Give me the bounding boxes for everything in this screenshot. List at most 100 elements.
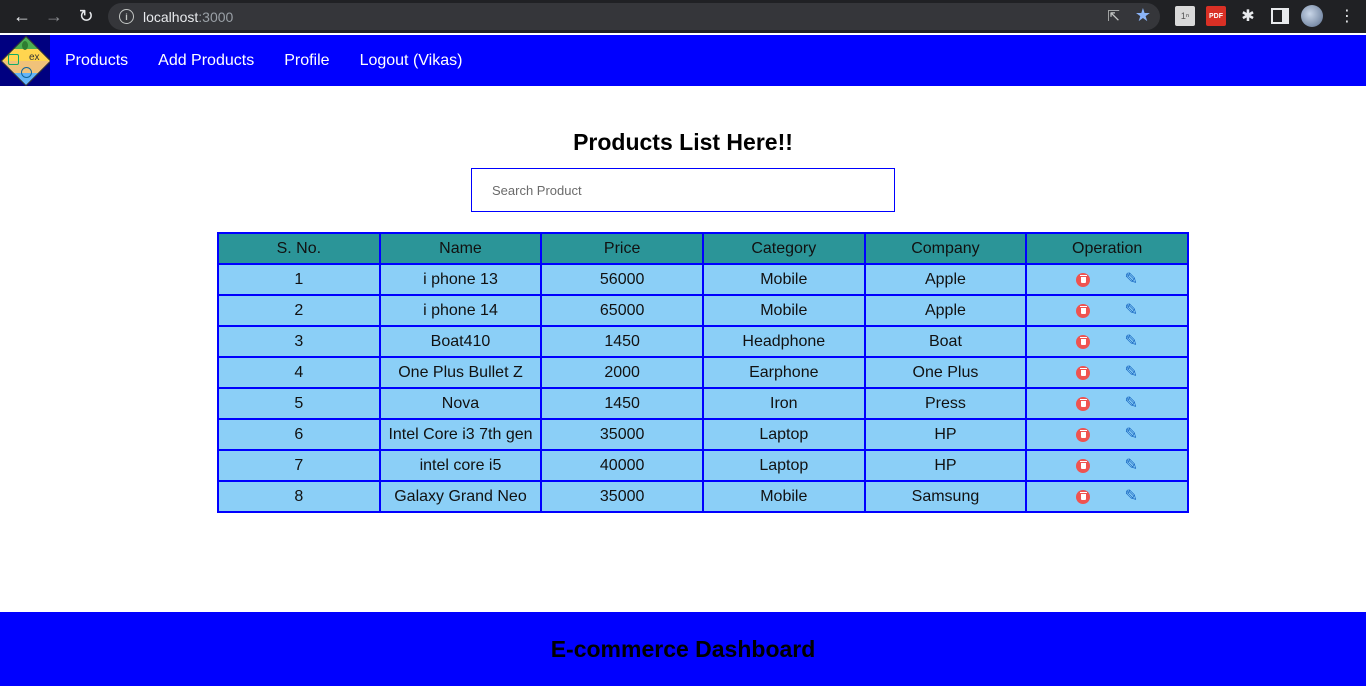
table-row: 6 Intel Core i3 7th gen 35000 Laptop HP ✎ <box>217 418 1189 451</box>
table-row: 5 Nova 1450 Iron Press ✎ <box>217 387 1189 420</box>
edit-pencil-icon[interactable]: ✎ <box>1124 457 1137 474</box>
cell-name: Galaxy Grand Neo <box>378 480 543 513</box>
profile-avatar-icon[interactable] <box>1301 5 1323 27</box>
edit-pencil-icon[interactable]: ✎ <box>1124 395 1137 412</box>
nav-add-products-link[interactable]: Add Products <box>158 52 254 70</box>
column-header-price: Price <box>540 232 704 265</box>
cell-name: intel core i5 <box>378 449 543 482</box>
site-info-icon[interactable]: i <box>119 9 134 24</box>
bookmark-star-icon[interactable]: ★ <box>1135 5 1151 26</box>
cell-price: 1450 <box>540 387 704 420</box>
delete-icon[interactable] <box>1076 272 1091 287</box>
forward-arrow-icon[interactable]: → <box>38 0 70 33</box>
cell-operation: ✎ <box>1025 449 1189 482</box>
table-header-row: S. No. Name Price Category Company Opera… <box>217 232 1189 265</box>
url-text: localhost:3000 <box>143 8 234 25</box>
side-panel-icon[interactable] <box>1270 6 1290 26</box>
footer-title: E-commerce Dashboard <box>550 635 816 662</box>
table-row: 2i phone 14 65000 Mobile Apple ✎ <box>217 294 1189 327</box>
products-table: S. No. Name Price Category Company Opera… <box>217 232 1189 513</box>
browser-toolbar: ← → ↻ i localhost:3000 ⇱ ★ 1ⁿ PDF ✱ ⋮ <box>0 0 1366 33</box>
nav-profile-link[interactable]: Profile <box>284 52 329 70</box>
cell-company: Boat <box>863 325 1028 358</box>
cell-operation: ✎ <box>1025 480 1189 513</box>
edit-pencil-icon[interactable]: ✎ <box>1124 302 1137 319</box>
column-header-operation: Operation <box>1025 232 1189 265</box>
cell-price: 65000 <box>540 294 704 327</box>
cell-price: 35000 <box>540 418 704 451</box>
cell-price: 1450 <box>540 325 704 358</box>
cell-operation: ✎ <box>1025 418 1189 451</box>
cell-category: Laptop <box>701 449 866 482</box>
edit-pencil-icon[interactable]: ✎ <box>1124 426 1137 443</box>
page-title: Products List Here!! <box>573 129 793 155</box>
edit-pencil-icon[interactable]: ✎ <box>1124 333 1137 350</box>
delete-icon[interactable] <box>1076 334 1091 349</box>
cell-sno: 4 <box>217 356 381 389</box>
nav-products-link[interactable]: Products <box>65 52 128 70</box>
cell-name: Nova <box>378 387 543 420</box>
pdf-extension-icon[interactable]: PDF <box>1206 6 1226 26</box>
table-row: 4 One Plus Bullet Z 2000 Earphone One Plus ✎ <box>217 356 1189 389</box>
cell-operation: ✎ <box>1025 263 1189 296</box>
cell-sno: 3 <box>217 325 381 358</box>
cell-sno: 8 <box>217 480 381 513</box>
column-header-category: Category <box>701 232 866 265</box>
cell-category: Iron <box>701 387 866 420</box>
puzzle-extensions-icon[interactable]: ✱ <box>1238 6 1258 26</box>
cell-sno: 2 <box>217 294 381 327</box>
cell-sno: 6 <box>217 418 381 451</box>
column-header-name: Name <box>378 232 543 265</box>
cell-category: Mobile <box>701 480 866 513</box>
cell-company: HP <box>863 418 1028 451</box>
cell-category: Earphone <box>701 356 866 389</box>
more-menu-icon[interactable]: ⋮ <box>1337 6 1357 26</box>
cell-name: Boat410 <box>378 325 543 358</box>
cell-category: Mobile <box>701 263 866 296</box>
search-input[interactable] <box>471 168 895 212</box>
table-row: 7 intel core i5 40000 Laptop HP ✎ <box>217 449 1189 482</box>
cell-company: Press <box>863 387 1028 420</box>
nav-logout-link[interactable]: Logout (Vikas) <box>360 52 463 70</box>
cell-company: Apple <box>863 263 1028 296</box>
table-row: 8 Galaxy Grand Neo 35000 Mobile Samsung ✎ <box>217 480 1189 513</box>
edit-pencil-icon[interactable]: ✎ <box>1124 488 1137 505</box>
app-logo[interactable]: ex <box>0 35 50 86</box>
cell-price: 2000 <box>540 356 704 389</box>
edit-pencil-icon[interactable]: ✎ <box>1124 364 1137 381</box>
edit-pencil-icon[interactable]: ✎ <box>1124 271 1137 288</box>
cell-name: i phone 14 <box>378 294 543 327</box>
top-navbar: ex Products Add Products Profile Logout … <box>0 35 1366 86</box>
cell-sno: 5 <box>217 387 381 420</box>
table-row: 1i phone 13 56000 Mobile Apple ✎ <box>217 263 1189 296</box>
reload-icon[interactable]: ↻ <box>70 0 102 33</box>
address-bar[interactable]: i localhost:3000 ⇱ ★ <box>108 3 1160 30</box>
cell-name: i phone 13 <box>378 263 543 296</box>
column-header-company: Company <box>863 232 1028 265</box>
cell-sno: 1 <box>217 263 381 296</box>
cell-category: Headphone <box>701 325 866 358</box>
cell-price: 35000 <box>540 480 704 513</box>
cell-company: Samsung <box>863 480 1028 513</box>
back-arrow-icon[interactable]: ← <box>6 0 38 33</box>
cell-operation: ✎ <box>1025 294 1189 327</box>
share-icon[interactable]: ⇱ <box>1107 7 1120 25</box>
cell-category: Laptop <box>701 418 866 451</box>
footer: E-commerce Dashboard <box>0 612 1366 686</box>
extension-icon[interactable]: 1ⁿ <box>1175 6 1195 26</box>
cell-operation: ✎ <box>1025 325 1189 358</box>
delete-icon[interactable] <box>1076 427 1091 442</box>
delete-icon[interactable] <box>1076 458 1091 473</box>
delete-icon[interactable] <box>1076 365 1091 380</box>
cell-company: Apple <box>863 294 1028 327</box>
cell-price: 56000 <box>540 263 704 296</box>
cell-company: One Plus <box>863 356 1028 389</box>
delete-icon[interactable] <box>1076 489 1091 504</box>
cell-name: Intel Core i3 7th gen <box>378 418 543 451</box>
cell-operation: ✎ <box>1025 356 1189 389</box>
cell-category: Mobile <box>701 294 866 327</box>
delete-icon[interactable] <box>1076 303 1091 318</box>
delete-icon[interactable] <box>1076 396 1091 411</box>
cell-price: 40000 <box>540 449 704 482</box>
table-row: 3 Boat410 1450 Headphone Boat ✎ <box>217 325 1189 358</box>
